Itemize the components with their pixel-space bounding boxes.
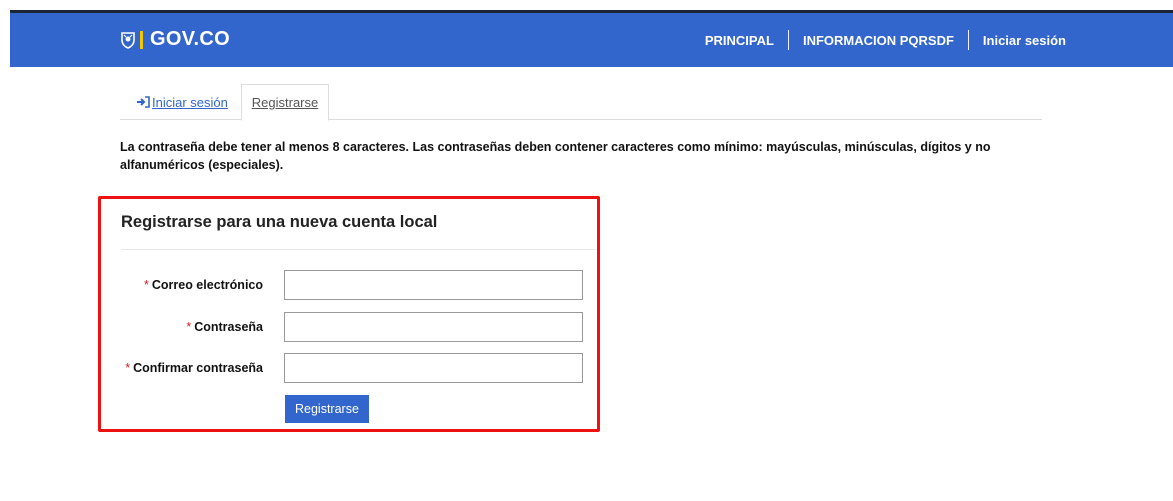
required-mark: *: [143, 278, 149, 292]
coat-of-arms-icon: [121, 31, 135, 49]
govco-logo[interactable]: GOV.CO: [120, 28, 230, 51]
brand-text: GOV.CO: [150, 28, 230, 50]
register-button[interactable]: Registrarse: [285, 395, 369, 423]
divider: [121, 249, 595, 250]
email-label: * Correo electrónico: [143, 278, 263, 292]
register-panel: Registrarse para una nueva cuenta local …: [98, 196, 600, 432]
tab-registrarse[interactable]: Registrarse: [241, 84, 329, 121]
tab-iniciar-sesion[interactable]: Iniciar sesión: [136, 84, 228, 120]
email-row: * Correo electrónico: [101, 270, 603, 300]
password-label: * Contraseña: [186, 320, 263, 334]
password-row: * Contraseña: [101, 312, 603, 342]
top-nav: PRINCIPAL INFORMACION PQRSDF Iniciar ses…: [691, 13, 1080, 67]
email-field[interactable]: [284, 270, 583, 300]
nav-separator: [787, 30, 789, 50]
top-navbar: GOV.CO PRINCIPAL INFORMACION PQRSDF Inic…: [10, 10, 1173, 67]
sign-in-icon: [137, 96, 150, 108]
nav-separator: [967, 30, 969, 50]
nav-iniciar-sesion[interactable]: Iniciar sesión: [969, 33, 1080, 48]
auth-tabs: Iniciar sesión Registrarse: [120, 84, 1042, 121]
confirm-password-row: * Confirmar contraseña: [101, 353, 603, 383]
brand-accent-bar: [140, 30, 143, 49]
required-mark: *: [186, 320, 192, 334]
password-requirements-notice: La contraseña debe tener al menos 8 cara…: [120, 140, 991, 172]
tab-iniciar-sesion-label: Iniciar sesión: [152, 94, 228, 110]
confirm-password-label: * Confirmar contraseña: [125, 361, 263, 375]
register-panel-title: Registrarse para una nueva cuenta local: [121, 213, 438, 231]
top-strip: [0, 0, 1173, 10]
password-field[interactable]: [284, 312, 583, 342]
confirm-password-field[interactable]: [284, 353, 583, 383]
nav-principal[interactable]: PRINCIPAL: [691, 33, 788, 48]
required-mark: *: [125, 361, 131, 375]
nav-informacion-pqrsdf[interactable]: INFORMACION PQRSDF: [789, 33, 968, 48]
